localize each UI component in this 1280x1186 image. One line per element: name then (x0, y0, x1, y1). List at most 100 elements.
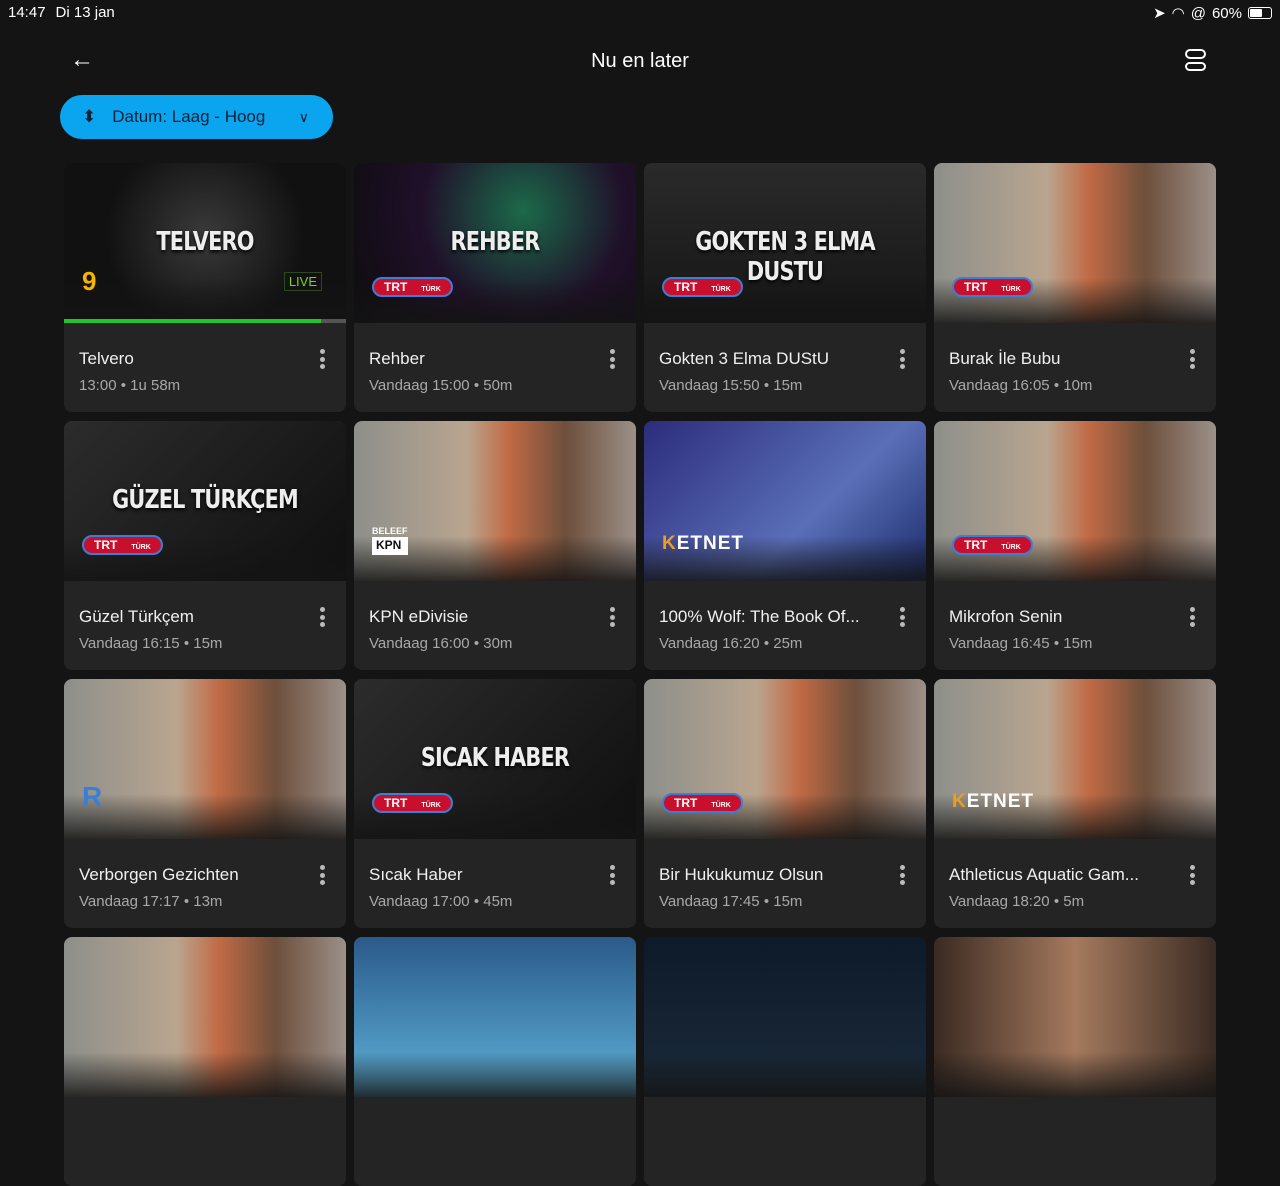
more-options-icon[interactable] (1186, 865, 1198, 885)
program-card[interactable] (64, 937, 346, 1186)
live-badge: LIVE (283, 272, 322, 291)
program-title: Telvero (79, 349, 134, 368)
program-time: Vandaag 15:50 • 15m (659, 377, 803, 394)
program-card[interactable]: REHBER TRT TÜRK Rehber Vandaag 15:00 • 50… (354, 163, 636, 412)
program-thumbnail: REHBER TRT TÜRK (354, 163, 636, 323)
program-time: Vandaag 16:20 • 25m (659, 635, 803, 652)
program-title: Burak İle Bubu (949, 349, 1061, 368)
page-title: Nu en later (591, 50, 689, 72)
program-time: Vandaag 16:05 • 10m (949, 377, 1093, 394)
more-options-icon[interactable] (316, 865, 328, 885)
program-title: Rehber (369, 349, 425, 368)
trt-logo: TRT TÜRK (662, 277, 743, 297)
program-card[interactable]: BELEEF KPN KPN eDivisie Vandaag 16:00 • 3… (354, 421, 636, 670)
program-grid: TELVERO 9 LIVE Telvero 13:00 • 1u 58m RE… (64, 163, 1216, 1186)
program-card[interactable]: GOKTEN 3 ELMA DUSTU TRT TÜRK Gokten 3 Elm… (644, 163, 926, 412)
trt-logo: TRT TÜRK (952, 277, 1033, 297)
ketnet-logo: KETNET (662, 533, 745, 554)
more-options-icon[interactable] (1186, 349, 1198, 369)
thumbnail-title: TELVERO (156, 227, 254, 257)
more-options-icon[interactable] (1186, 607, 1198, 627)
program-title: Verborgen Gezichten (79, 865, 239, 884)
status-bar: 14:47 Di 13 jan ➤ ◠ @60% (8, 4, 1272, 22)
program-thumbnail: GÜZEL TÜRKÇEM TRT TÜRK (64, 421, 346, 581)
program-title: KPN eDivisie (369, 607, 469, 626)
wifi-icon: ◠ (1171, 5, 1185, 22)
sort-dropdown[interactable]: ⬍ Datum: Laag - Hoog ∨ (60, 95, 333, 139)
program-card[interactable]: KETNET Athleticus Aquatic Gam... Vandaag… (934, 679, 1216, 928)
trt-logo: TRT TÜRK (662, 793, 743, 813)
program-card[interactable]: SICAK HABER TRT TÜRK Sıcak Haber Vandaag … (354, 679, 636, 928)
program-card[interactable]: TELVERO 9 LIVE Telvero 13:00 • 1u 58m (64, 163, 346, 412)
program-title: Sıcak Haber (369, 865, 463, 884)
sort-label: Datum: Laag - Hoog (112, 107, 266, 126)
sbs9-logo: 9 (82, 266, 97, 296)
battery-percent: 60% (1211, 4, 1242, 22)
more-options-icon[interactable] (316, 607, 328, 627)
more-options-icon[interactable] (896, 349, 908, 369)
program-thumbnail: TRT TÜRK (644, 679, 926, 839)
layout-toggle-button[interactable] (1185, 49, 1206, 71)
status-time: 14:47 (8, 4, 46, 21)
program-thumbnail: TELVERO 9 LIVE (64, 163, 346, 323)
program-thumbnail: KETNET (934, 679, 1216, 839)
program-time: Vandaag 15:00 • 50m (369, 377, 513, 394)
ketnet-logo: KETNET (952, 791, 1035, 812)
program-card[interactable]: TRT TÜRK Burak İle Bubu Vandaag 16:05 • 1… (934, 163, 1216, 412)
trt-logo: TRT TÜRK (372, 277, 453, 297)
program-time: Vandaag 16:45 • 15m (949, 635, 1093, 652)
program-card[interactable] (934, 937, 1216, 1186)
sort-icon: ⬍ (82, 107, 97, 126)
more-options-icon[interactable] (896, 607, 908, 627)
more-options-icon[interactable] (606, 865, 618, 885)
trt-logo: TRT TÜRK (82, 535, 163, 555)
more-options-icon[interactable] (896, 865, 908, 885)
more-options-icon[interactable] (606, 607, 618, 627)
program-time: Vandaag 17:17 • 13m (79, 893, 223, 910)
program-title: Güzel Türkçem (79, 607, 194, 626)
program-thumbnail: BELEEF KPN (354, 421, 636, 581)
program-card[interactable]: KETNET 100% Wolf: The Book Of... Vandaag… (644, 421, 926, 670)
program-thumbnail: GOKTEN 3 ELMA DUSTU TRT TÜRK (644, 163, 926, 323)
program-title: 100% Wolf: The Book Of... (659, 607, 860, 626)
more-options-icon[interactable] (316, 349, 328, 369)
program-time: Vandaag 17:00 • 45m (369, 893, 513, 910)
program-card[interactable] (354, 937, 636, 1186)
program-thumbnail (354, 937, 636, 1097)
program-card[interactable]: R Verborgen Gezichten Vandaag 17:17 • 13… (64, 679, 346, 928)
program-card[interactable]: TRT TÜRK Mikrofon Senin Vandaag 16:45 • 1… (934, 421, 1216, 670)
program-title: Gokten 3 Elma DUStU (659, 349, 830, 368)
trt-logo: TRT TÜRK (372, 793, 453, 813)
battery-icon (1248, 7, 1272, 19)
program-time: 13:00 • 1u 58m (79, 377, 181, 394)
program-time: Vandaag 16:00 • 30m (369, 635, 513, 652)
more-options-icon[interactable] (606, 349, 618, 369)
program-card[interactable]: TRT TÜRK Bir Hukukumuz Olsun Vandaag 17:4… (644, 679, 926, 928)
program-time: Vandaag 17:45 • 15m (659, 893, 803, 910)
program-thumbnail: TRT TÜRK (934, 421, 1216, 581)
program-thumbnail (64, 937, 346, 1097)
program-thumbnail: KETNET (644, 421, 926, 581)
lock-rotation-icon: @ (1190, 4, 1206, 22)
program-card[interactable]: GÜZEL TÜRKÇEM TRT TÜRK Güzel Türkçem Vand… (64, 421, 346, 670)
progress-bar (64, 319, 346, 323)
kpn-logo: BELEEF KPN (372, 526, 408, 555)
program-card[interactable] (644, 937, 926, 1186)
program-title: Athleticus Aquatic Gam... (949, 865, 1139, 884)
program-thumbnail: R (64, 679, 346, 839)
thumbnail-title: REHBER (450, 227, 541, 257)
program-title: Mikrofon Senin (949, 607, 1063, 626)
channel-logo: R (82, 781, 103, 812)
location-icon: ➤ (1153, 5, 1166, 22)
program-title: Bir Hukukumuz Olsun (659, 865, 824, 884)
status-date: Di 13 jan (55, 4, 115, 21)
thumbnail-title: SICAK HABER (420, 743, 570, 773)
program-thumbnail (644, 937, 926, 1097)
trt-logo: TRT TÜRK (952, 535, 1033, 555)
thumbnail-title: GÜZEL TÜRKÇEM (112, 485, 299, 515)
program-time: Vandaag 18:20 • 5m (949, 893, 1085, 910)
program-thumbnail (934, 937, 1216, 1097)
program-thumbnail: TRT TÜRK (934, 163, 1216, 323)
chevron-down-icon: ∨ (298, 108, 309, 125)
program-time: Vandaag 16:15 • 15m (79, 635, 223, 652)
